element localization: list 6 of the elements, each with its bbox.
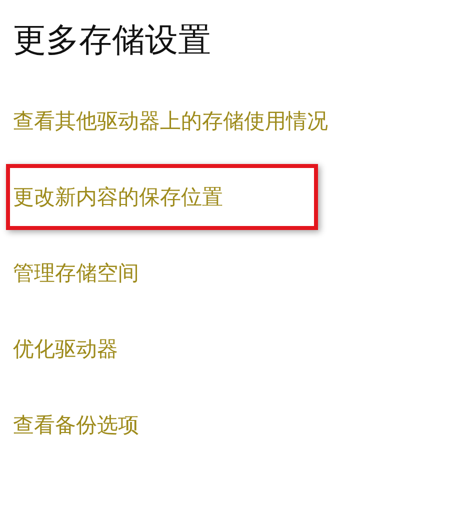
- settings-link[interactable]: 查看备份选项: [13, 411, 139, 439]
- section-title: 更多存储设置: [13, 19, 212, 61]
- settings-link[interactable]: 查看其他驱动器上的存储使用情况: [13, 107, 328, 135]
- settings-link[interactable]: 管理存储空间: [13, 259, 139, 287]
- settings-link[interactable]: 优化驱动器: [13, 335, 118, 363]
- settings-link[interactable]: 更改新内容的保存位置: [13, 183, 223, 211]
